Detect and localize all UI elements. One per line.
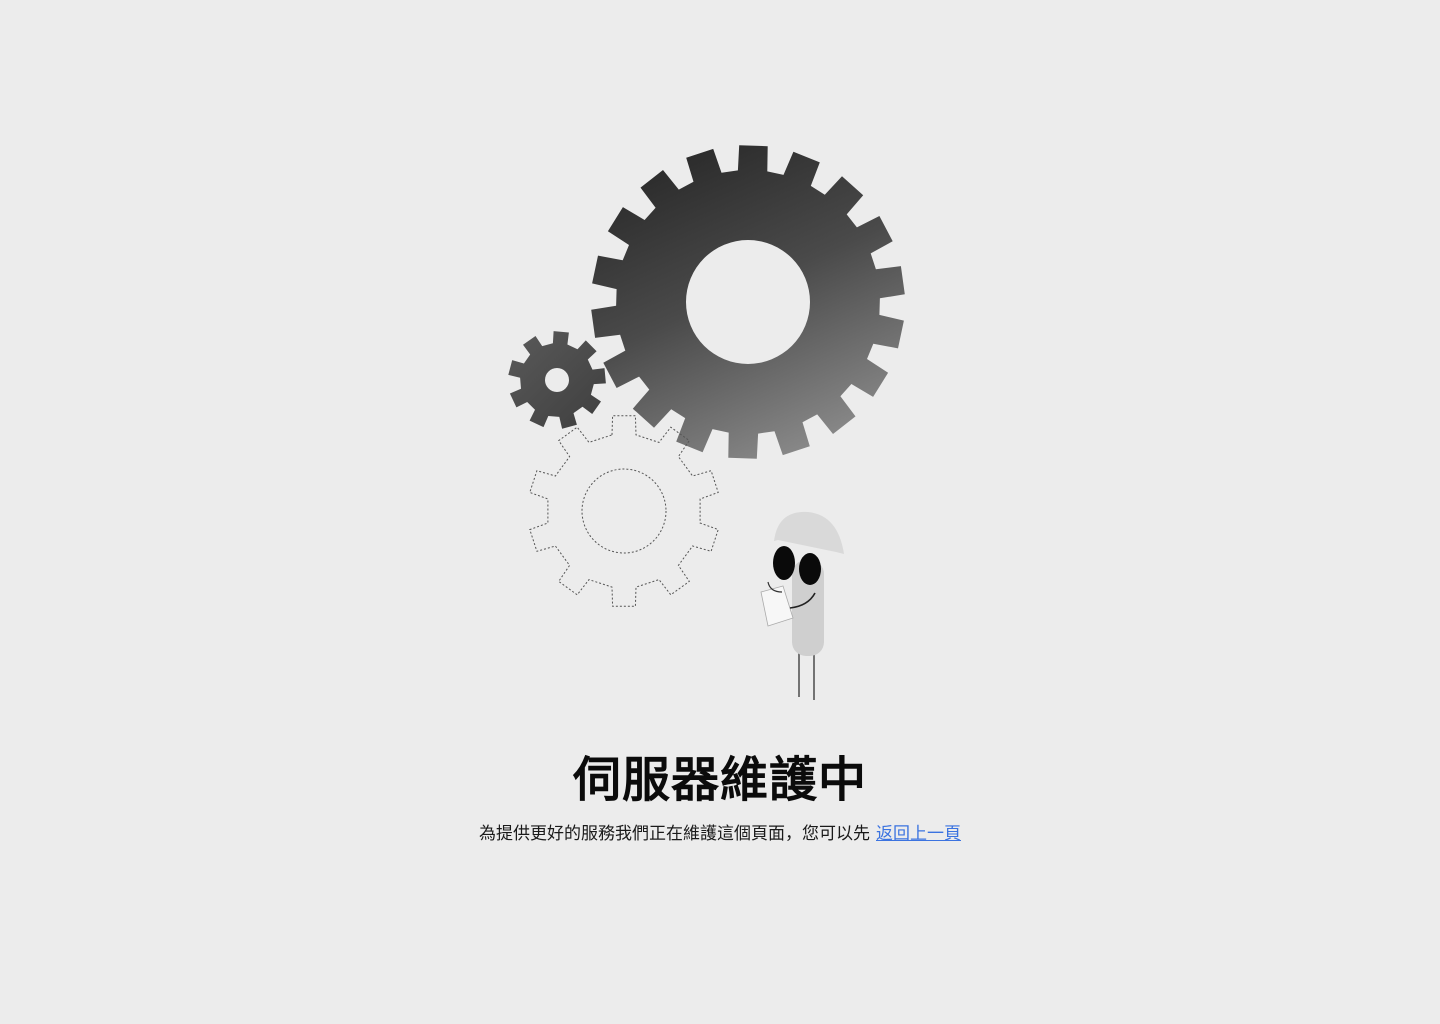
maintenance-illustration	[508, 145, 905, 700]
message-text: 為提供更好的服務我們正在維護這個頁面，您可以先	[479, 824, 870, 844]
maintenance-page: 伺服器維護中 為提供更好的服務我們正在維護這個頁面，您可以先 返回上一頁	[0, 0, 1440, 1024]
large-gear-icon	[591, 145, 905, 459]
back-link[interactable]: 返回上一頁	[876, 824, 961, 844]
small-gear-icon	[508, 331, 606, 429]
worker-character	[760, 511, 844, 700]
page-title: 伺服器維護中	[572, 752, 867, 808]
maintenance-message: 為提供更好的服務我們正在維護這個頁面，您可以先 返回上一頁	[0, 820, 1440, 848]
